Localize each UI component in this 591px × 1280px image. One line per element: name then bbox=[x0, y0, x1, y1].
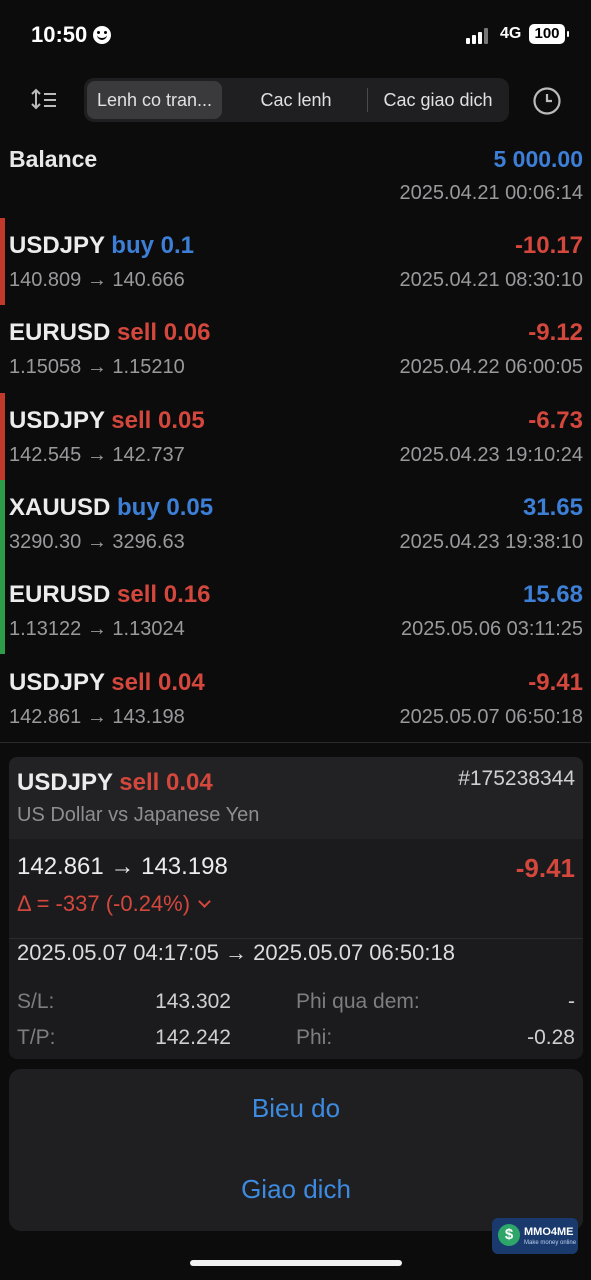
trade-date: 2025.05.06 03:11:25 bbox=[400, 618, 583, 641]
trade-row[interactable]: USDJPY sell 0.05 142.545 → 142.737 -6.73 20… bbox=[0, 392, 591, 480]
trade-prices: 140.809 → 140.666 bbox=[9, 269, 185, 291]
balance-label: Balance bbox=[9, 146, 98, 172]
trade-marker bbox=[0, 392, 5, 480]
trade-side: sell 0.16 bbox=[117, 581, 211, 609]
trade-prices: 142.861 → 143.198 bbox=[9, 705, 185, 728]
trade-marker bbox=[0, 567, 5, 655]
tp-value: 142.242 bbox=[155, 1026, 231, 1049]
dollar-coin-icon: $ bbox=[498, 1224, 520, 1246]
detail-prices: 142.861 → 143.198 bbox=[17, 853, 228, 880]
sort-icon bbox=[31, 88, 56, 110]
trade-side: sell 0.04 bbox=[111, 668, 205, 696]
detail-ticket: #175238344 bbox=[458, 767, 575, 790]
trade-profit: 31.65 bbox=[522, 493, 583, 521]
clock-icon bbox=[533, 87, 561, 115]
trade-detail-card: USDJPY sell 0.04 #175238344 US Dollar vs… bbox=[9, 757, 583, 1059]
trade-prices: 1.13122 → 1.13024 bbox=[9, 618, 185, 641]
balance-value: 5 000.00 bbox=[493, 146, 583, 172]
tab-pending-orders[interactable]: Lenh co tran... bbox=[87, 81, 222, 119]
watermark-name: MMO4ME bbox=[524, 1226, 574, 1238]
fee-label: Phi: bbox=[296, 1026, 333, 1049]
trade-button[interactable]: Giao dich bbox=[9, 1174, 583, 1205]
home-indicator[interactable] bbox=[190, 1260, 402, 1266]
trade-row[interactable]: USDJPY sell 0.04 142.861 → 143.198 -9.41 20… bbox=[0, 655, 591, 742]
action-sheet: Bieu do Giao dich bbox=[9, 1069, 583, 1231]
trade-date: 2025.04.23 19:38:10 bbox=[399, 530, 583, 553]
balance-row: Balance 5 000.00 2025.04.21 00:06:14 bbox=[0, 140, 591, 210]
trade-side: buy 0.1 bbox=[111, 232, 194, 259]
trade-date: 2025.05.07 06:50:18 bbox=[399, 705, 583, 728]
trade-date: 2025.04.22 06:00:05 bbox=[399, 356, 583, 379]
trade-row[interactable]: USDJPY buy 0.1 140.809 → 140.666 -10.17 202… bbox=[0, 218, 591, 305]
detail-delta[interactable]: Δ = -337 (-0.24%) bbox=[17, 891, 211, 917]
trade-prices: 142.545 → 142.737 bbox=[9, 443, 185, 466]
trade-side: buy 0.05 bbox=[117, 493, 214, 521]
trade-profit: -9.12 bbox=[528, 319, 583, 347]
swap-label: Phi qua dem: bbox=[296, 990, 420, 1013]
trade-side: sell 0.06 bbox=[117, 319, 211, 347]
history-button[interactable] bbox=[532, 86, 562, 116]
trade-date: 2025.04.23 19:10:24 bbox=[399, 443, 583, 466]
sl-label: S/L: bbox=[17, 990, 55, 1013]
detail-divider bbox=[9, 938, 583, 939]
watermark-tagline: Make money online bbox=[524, 1240, 577, 1246]
trade-profit: -10.17 bbox=[514, 232, 583, 259]
detail-side: sell 0.04 bbox=[119, 769, 213, 796]
trade-symbol: XAUUSD buy 0.05 bbox=[9, 493, 214, 521]
toolbar: Lenh co tran... Cac lenh Cac giao dich bbox=[0, 78, 591, 124]
trade-prices: 3290.30 → 3296.63 bbox=[9, 530, 185, 553]
detail-symbol: USDJPY sell 0.04 bbox=[17, 769, 213, 796]
chart-button[interactable]: Bieu do bbox=[9, 1093, 583, 1124]
trade-prices: 1.15058 → 1.15210 bbox=[9, 356, 185, 379]
trade-symbol: EURUSD sell 0.16 bbox=[9, 581, 211, 609]
detail-dates: 2025.05.07 04:17:05 → 2025.05.07 06:50:1… bbox=[17, 940, 455, 965]
trade-marker bbox=[0, 218, 5, 305]
swap-value: - bbox=[568, 990, 575, 1013]
balance-date: 2025.04.21 00:06:14 bbox=[399, 182, 583, 204]
watermark-logo: $ MMO4ME Make money online bbox=[492, 1218, 578, 1254]
tp-label: T/P: bbox=[17, 1026, 56, 1049]
trade-row[interactable]: EURUSD sell 0.16 1.13122 → 1.13024 15.68 20… bbox=[0, 567, 591, 655]
tab-orders[interactable]: Cac lenh bbox=[229, 81, 363, 119]
trade-symbol: USDJPY sell 0.05 bbox=[9, 406, 205, 434]
trade-date: 2025.04.21 08:30:10 bbox=[399, 269, 583, 291]
smiley-icon bbox=[93, 26, 112, 44]
divider bbox=[0, 742, 591, 743]
status-time: 10:50 bbox=[31, 22, 112, 48]
sl-value: 143.302 bbox=[155, 990, 231, 1013]
tab-bar: Lenh co tran... Cac lenh Cac giao dich bbox=[84, 78, 509, 122]
tab-divider bbox=[367, 88, 368, 112]
trade-symbol: USDJPY buy 0.1 bbox=[9, 232, 194, 259]
sort-button[interactable] bbox=[29, 86, 61, 114]
trade-side: sell 0.05 bbox=[111, 406, 205, 434]
fee-value: -0.28 bbox=[527, 1026, 575, 1049]
trade-marker bbox=[0, 655, 5, 742]
battery-icon: 100 bbox=[529, 24, 569, 44]
detail-description: US Dollar vs Japanese Yen bbox=[17, 804, 260, 826]
tab-deals[interactable]: Cac giao dich bbox=[371, 81, 505, 119]
trade-marker bbox=[0, 305, 5, 392]
trade-row[interactable]: EURUSD sell 0.06 1.15058 → 1.15210 -9.12 20… bbox=[0, 305, 591, 392]
detail-header: USDJPY sell 0.04 #175238344 US Dollar vs… bbox=[9, 757, 583, 839]
detail-profit: -9.41 bbox=[515, 853, 575, 883]
trade-profit: -6.73 bbox=[528, 406, 583, 434]
trade-symbol: EURUSD sell 0.06 bbox=[9, 319, 211, 347]
status-bar: 10:50 4G 100 bbox=[0, 0, 591, 70]
network-type: 4G bbox=[500, 25, 522, 42]
chevron-down-icon bbox=[198, 895, 211, 908]
signal-icon bbox=[466, 28, 492, 44]
trade-symbol: USDJPY sell 0.04 bbox=[9, 668, 205, 696]
trade-marker bbox=[0, 479, 5, 567]
trade-profit: -9.41 bbox=[528, 668, 583, 696]
trade-row[interactable]: XAUUSD buy 0.05 3290.30 → 3296.63 31.65 202… bbox=[0, 479, 591, 567]
trade-profit: 15.68 bbox=[522, 581, 583, 609]
